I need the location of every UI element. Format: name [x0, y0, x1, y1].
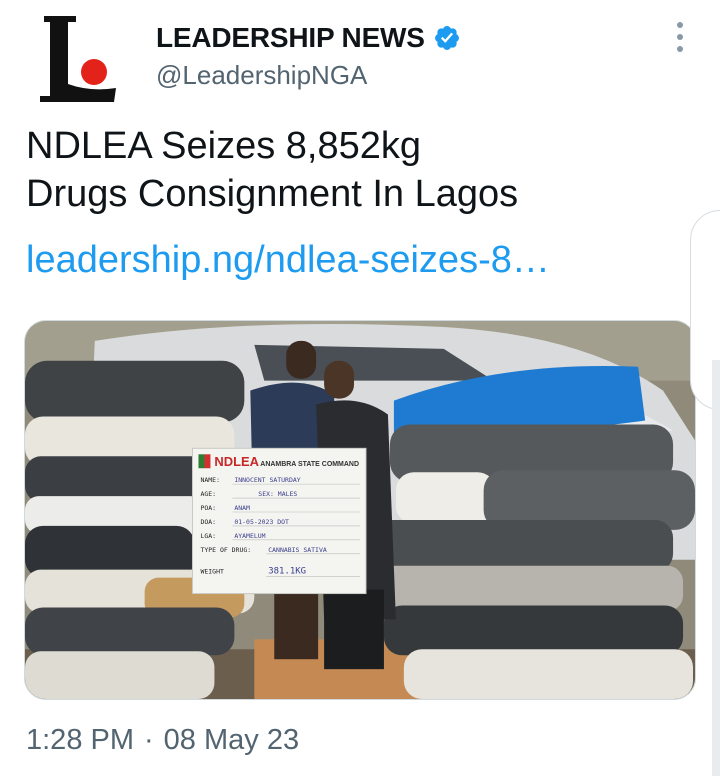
more-options-icon[interactable] [670, 22, 690, 52]
sign-field-value: AYAMELUM [234, 532, 265, 540]
sign-field-label: NAME: [200, 476, 220, 484]
tweet-text-line: Drugs Consignment In Lagos [26, 173, 519, 215]
tweet-timestamp[interactable]: 1:28 PM · 08 May 23 [26, 724, 299, 757]
timestamp-date[interactable]: 08 May 23 [164, 724, 299, 756]
sign-field-value: 381.1KG [268, 567, 306, 577]
tweet-card[interactable]: LEADERSHIP NEWS @LeadershipNGA NDLEA Sei… [0, 0, 720, 776]
sign-org: NDLEA [214, 454, 259, 469]
sign-field-value: INNOCENT SATURDAY [234, 476, 300, 484]
scrollbar-track[interactable] [712, 360, 720, 776]
sign-field-label: LGA: [200, 532, 216, 540]
sign-field-label: DOA: [200, 518, 216, 526]
sign-command: ANAMBRA STATE COMMAND [260, 461, 359, 468]
ndlea-sign: NDLEA ANAMBRA STATE COMMAND NAME: INNOCE… [192, 447, 367, 595]
sign-field-value: 01-05-2023 DOT [234, 518, 289, 526]
timestamp-separator: · [144, 724, 154, 756]
tweet-text-line: NDLEA Seizes 8,852kg [26, 125, 422, 167]
sign-field-value: CANNABIS SATIVA [268, 546, 327, 554]
display-name[interactable]: LEADERSHIP NEWS [156, 22, 425, 54]
sign-field-label: POA: [200, 504, 216, 512]
tweet-text: NDLEA Seizes 8,852kg Drugs Consignment I… [26, 122, 686, 218]
name-row: LEADERSHIP NEWS [156, 20, 461, 56]
leadership-logo [40, 16, 116, 102]
timestamp-time[interactable]: 1:28 PM [26, 724, 134, 756]
article-link[interactable]: leadership.ng/ndlea-seizes-8… [26, 236, 550, 284]
sign-field-value: SEX: MALES [258, 490, 297, 498]
author-block[interactable]: LEADERSHIP NEWS @LeadershipNGA [156, 20, 461, 91]
verified-badge-icon [433, 24, 461, 52]
sign-field-label: AGE: [200, 490, 216, 498]
sign-field-value: ANAM [234, 504, 250, 512]
sign-field-label: WEIGHT [200, 568, 223, 576]
account-avatar[interactable] [30, 14, 130, 106]
sign-field-label: TYPE OF DRUG: [200, 546, 251, 554]
tweet-photo[interactable]: NDLEA ANAMBRA STATE COMMAND NAME: INNOCE… [24, 320, 696, 700]
account-handle[interactable]: @LeadershipNGA [156, 60, 461, 91]
